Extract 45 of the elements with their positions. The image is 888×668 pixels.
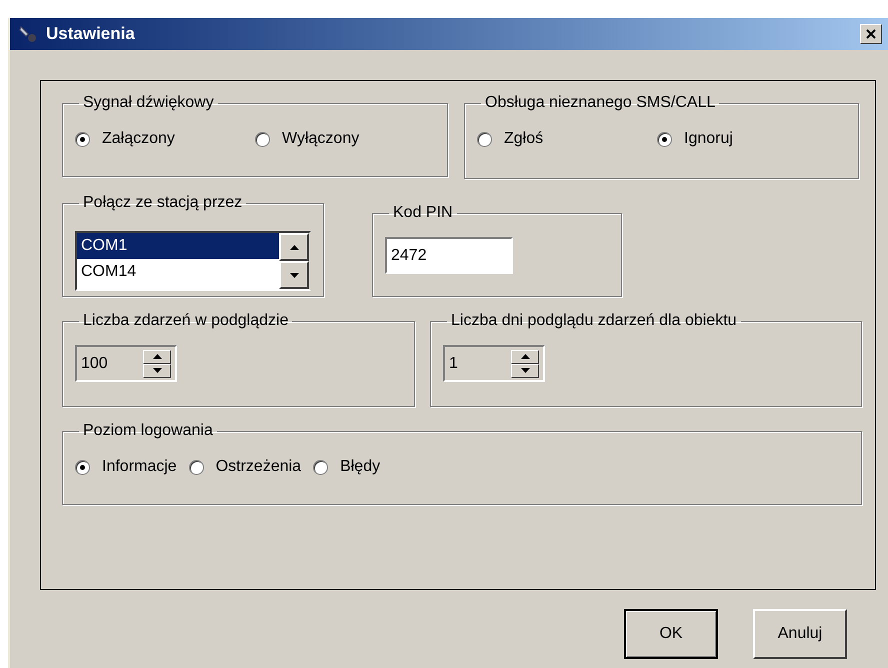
spin-down-button[interactable] <box>511 364 539 378</box>
group-title: Kod PIN <box>392 203 454 223</box>
group-title: Sygnał dźwiękowy <box>82 93 215 113</box>
close-button[interactable] <box>860 24 882 44</box>
spinner-value: 1 <box>449 354 459 374</box>
list-item[interactable]: COM1 <box>77 233 279 259</box>
window-title: Ustawienia <box>46 23 135 46</box>
spinner-field[interactable]: 1 <box>443 345 545 382</box>
scroll-down-button[interactable] <box>279 261 309 289</box>
group-title: Liczba dni podglądu zdarzeń dla obiektu <box>450 311 738 331</box>
group-title: Połącz ze stacją przez <box>82 193 244 213</box>
scroll-up-button[interactable] <box>279 233 309 261</box>
radio-label: Wyłączony <box>282 129 360 149</box>
group-title: Poziom logowania <box>82 421 214 441</box>
radio-button[interactable] <box>477 132 492 146</box>
dialog-button[interactable]: Anuluj <box>753 609 847 659</box>
close-icon <box>866 29 876 39</box>
up-arrow-icon <box>290 244 298 250</box>
up-arrow-icon <box>520 354 530 359</box>
radio-label: Zgłoś <box>504 129 544 149</box>
radio-button[interactable] <box>313 460 328 474</box>
radio-label: Załączony <box>102 129 175 149</box>
dialog-button[interactable]: OK <box>624 609 718 659</box>
pin-input-field[interactable]: 2472 <box>385 237 513 274</box>
radio-label: Informacje <box>102 457 177 477</box>
up-arrow-icon <box>152 354 162 359</box>
spin-up-button[interactable] <box>143 350 171 364</box>
radio-button[interactable] <box>188 460 204 474</box>
radio-label: Ostrzeżenia <box>216 457 302 477</box>
down-arrow-icon <box>152 368 162 373</box>
spin-up-button[interactable] <box>511 350 539 364</box>
port-listbox[interactable]: COM1 COM14 <box>75 231 311 291</box>
radio-label: Błędy <box>340 457 380 477</box>
radio-button[interactable] <box>75 132 90 146</box>
down-arrow-icon <box>290 272 298 278</box>
radio-label: Ignoruj <box>684 129 733 149</box>
radio-button[interactable] <box>255 132 270 146</box>
radio-button[interactable] <box>657 132 672 146</box>
group-title: Liczba zdarzeń w podglądzie <box>82 311 290 331</box>
down-arrow-icon <box>520 368 530 373</box>
spin-down-button[interactable] <box>143 364 171 378</box>
group-title: Obsługa nieznanego SMS/CALL <box>484 93 716 113</box>
spinner-field[interactable]: 100 <box>75 345 177 382</box>
spinner-value: 100 <box>81 354 109 374</box>
radio-button[interactable] <box>75 460 90 474</box>
